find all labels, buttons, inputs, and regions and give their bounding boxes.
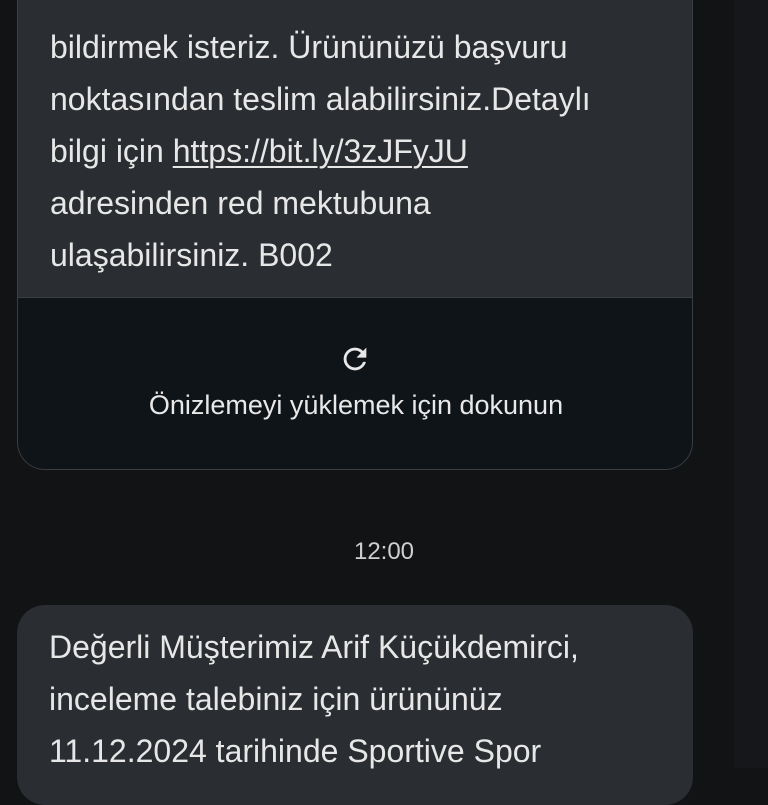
message-line: adresinden red mektubuna [50, 185, 431, 221]
preview-load-label: Önizlemeyi yüklemek için dokunun [148, 390, 564, 420]
message-link[interactable]: https://bit.ly/3zJFyJU [173, 133, 468, 169]
refresh-icon [343, 347, 367, 371]
message-line: bildirmek isteriz. Ürününüzü başvuru [50, 29, 568, 65]
message-text: bildirmek isteriz. Ürününüzü başvuru nok… [50, 21, 670, 281]
message-line: Değerli Müşterimiz Arif Küçükdemirci, [49, 629, 579, 665]
message-line-with-link: bilgi için https://bit.ly/3zJFyJU [50, 125, 670, 177]
message-line: inceleme talebiniz için ürününüz [49, 681, 503, 717]
link-prefix: bilgi için [50, 133, 173, 169]
screen-edge [734, 0, 768, 768]
message-line: 11.12.2024 tarihinde Sportive Spor [49, 733, 542, 769]
message-text: Değerli Müşterimiz Arif Küçükdemirci, in… [49, 621, 669, 777]
message-timestamp: 12:00 [353, 538, 415, 565]
link-preview-card[interactable]: Önizlemeyi yüklemek için dokunun [18, 297, 692, 469]
message-line: noktasından teslim alabilirsiniz.Detaylı [50, 81, 591, 117]
message-bubble-incoming[interactable]: bildirmek isteriz. Ürününüzü başvuru nok… [17, 0, 693, 470]
message-line: ulaşabilirsiniz. B002 [50, 237, 333, 273]
message-bubble-incoming[interactable]: Değerli Müşterimiz Arif Küçükdemirci, in… [17, 605, 693, 805]
